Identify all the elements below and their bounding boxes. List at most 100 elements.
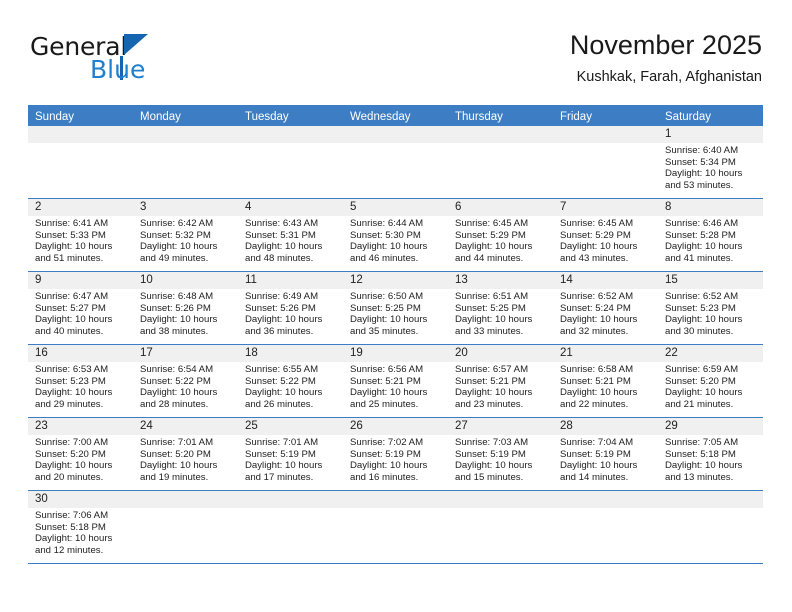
day-number: 23 [28,418,133,435]
sunset-text: Sunset: 5:22 PM [245,375,316,387]
day-cell[interactable]: 21 Sunrise: 6:58 AM Sunset: 5:21 PM Dayligh… [553,345,658,417]
sunset-text: Sunset: 5:20 PM [140,448,211,460]
day-cell[interactable]: 24 Sunrise: 7:01 AM Sunset: 5:20 PM Dayligh… [133,418,238,490]
day-number: 16 [28,345,133,362]
day-cell-empty [343,126,448,198]
day-number: 20 [448,345,553,362]
day-details: Sunrise: 6:44 AM Sunset: 5:30 PM Daylight:… [343,216,448,264]
sunrise-text: Sunrise: 7:03 AM [455,437,529,448]
day-number: 29 [658,418,763,435]
day-number: 25 [238,418,343,435]
title-block: November 2025 Kushkak, Farah, Afghanista… [570,28,762,88]
sunrise-text: Sunrise: 6:45 AM [560,218,634,229]
day-details: Sunrise: 7:06 AM Sunset: 5:18 PM Daylight:… [28,508,133,556]
daylight-text: Daylight: 10 hours and 16 minutes. [350,460,428,483]
day-cell[interactable]: 12 Sunrise: 6:50 AM Sunset: 5:25 PM Dayligh… [343,272,448,344]
day-cell[interactable]: 29 Sunrise: 7:05 AM Sunset: 5:18 PM Dayligh… [658,418,763,490]
day-number: 15 [658,272,763,289]
day-cell-empty [133,126,238,198]
day-cell-empty [448,126,553,198]
sunset-text: Sunset: 5:33 PM [35,229,106,241]
sunset-text: Sunset: 5:21 PM [560,375,631,387]
day-cell[interactable]: 17 Sunrise: 6:54 AM Sunset: 5:22 PM Dayligh… [133,345,238,417]
day-cell[interactable]: 15 Sunrise: 6:52 AM Sunset: 5:23 PM Dayligh… [658,272,763,344]
day-cell[interactable]: 8 Sunrise: 6:46 AM Sunset: 5:28 PM Daylight… [658,199,763,271]
sunset-text: Sunset: 5:19 PM [350,448,421,460]
week-row: 2 Sunrise: 6:41 AM Sunset: 5:33 PM Daylight… [28,198,763,271]
day-details: Sunrise: 6:47 AM Sunset: 5:27 PM Daylight:… [28,289,133,337]
day-number: 30 [28,491,133,508]
sunset-text: Sunset: 5:27 PM [35,302,106,314]
sunset-text: Sunset: 5:22 PM [140,375,211,387]
day-cell[interactable]: 5 Sunrise: 6:44 AM Sunset: 5:30 PM Daylight… [343,199,448,271]
day-cell[interactable]: 18 Sunrise: 6:55 AM Sunset: 5:22 PM Dayligh… [238,345,343,417]
day-cell[interactable]: 10 Sunrise: 6:48 AM Sunset: 5:26 PM Dayligh… [133,272,238,344]
day-cell[interactable]: 9 Sunrise: 6:47 AM Sunset: 5:27 PM Daylight… [28,272,133,344]
sunrise-text: Sunrise: 6:46 AM [665,218,739,229]
day-cell[interactable]: 26 Sunrise: 7:02 AM Sunset: 5:19 PM Dayligh… [343,418,448,490]
daylight-text: Daylight: 10 hours and 20 minutes. [35,460,113,483]
weekday-monday: Monday [140,111,181,123]
day-number: 18 [238,345,343,362]
day-number [553,126,658,143]
day-cell-empty [553,126,658,198]
day-cell[interactable]: 1 Sunrise: 6:40 AM Sunset: 5:34 PM Daylight… [658,126,763,198]
day-number [133,126,238,143]
day-cell[interactable]: 2 Sunrise: 6:41 AM Sunset: 5:33 PM Daylight… [28,199,133,271]
daylight-text: Daylight: 10 hours and 28 minutes. [140,387,218,410]
day-cell[interactable]: 13 Sunrise: 6:51 AM Sunset: 5:25 PM Dayligh… [448,272,553,344]
weekday-friday: Friday [560,111,592,123]
weekday-sunday: Sunday [35,111,75,123]
sunset-text: Sunset: 5:20 PM [665,375,736,387]
daylight-text: Daylight: 10 hours and 48 minutes. [245,241,323,264]
day-cell[interactable]: 25 Sunrise: 7:01 AM Sunset: 5:19 PM Dayligh… [238,418,343,490]
week-row: 1 Sunrise: 6:40 AM Sunset: 5:34 PM Daylight… [28,126,763,198]
daylight-text: Daylight: 10 hours and 38 minutes. [140,314,218,337]
sunrise-text: Sunrise: 6:59 AM [665,364,739,375]
daylight-text: Daylight: 10 hours and 23 minutes. [455,387,533,410]
day-number: 6 [448,199,553,216]
day-cell[interactable]: 30 Sunrise: 7:06 AM Sunset: 5:18 PM Dayligh… [28,491,133,563]
day-cell[interactable]: 6 Sunrise: 6:45 AM Sunset: 5:29 PM Daylight… [448,199,553,271]
day-cell-empty [343,491,448,563]
day-cell[interactable]: 14 Sunrise: 6:52 AM Sunset: 5:24 PM Dayligh… [553,272,658,344]
day-cell[interactable]: 20 Sunrise: 6:57 AM Sunset: 5:21 PM Dayligh… [448,345,553,417]
day-cell[interactable]: 19 Sunrise: 6:56 AM Sunset: 5:21 PM Dayligh… [343,345,448,417]
sunset-text: Sunset: 5:18 PM [35,521,106,533]
sunrise-text: Sunrise: 6:45 AM [455,218,529,229]
sunset-text: Sunset: 5:20 PM [35,448,106,460]
day-number: 28 [553,418,658,435]
day-cell[interactable]: 22 Sunrise: 6:59 AM Sunset: 5:20 PM Dayligh… [658,345,763,417]
day-cell[interactable]: 11 Sunrise: 6:49 AM Sunset: 5:26 PM Dayligh… [238,272,343,344]
day-number [238,126,343,143]
daylight-text: Daylight: 10 hours and 22 minutes. [560,387,638,410]
day-number: 2 [28,199,133,216]
day-cell[interactable]: 7 Sunrise: 6:45 AM Sunset: 5:29 PM Daylight… [553,199,658,271]
week-row: 30 Sunrise: 7:06 AM Sunset: 5:18 PM Dayligh… [28,490,763,563]
daylight-text: Daylight: 10 hours and 53 minutes. [665,168,743,191]
day-cell[interactable]: 27 Sunrise: 7:03 AM Sunset: 5:19 PM Dayligh… [448,418,553,490]
day-details: Sunrise: 6:51 AM Sunset: 5:25 PM Daylight:… [448,289,553,337]
day-details: Sunrise: 6:50 AM Sunset: 5:25 PM Daylight:… [343,289,448,337]
day-details: Sunrise: 7:05 AM Sunset: 5:18 PM Daylight:… [658,435,763,483]
day-cell[interactable]: 16 Sunrise: 6:53 AM Sunset: 5:23 PM Dayligh… [28,345,133,417]
day-cell[interactable]: 28 Sunrise: 7:04 AM Sunset: 5:19 PM Dayligh… [553,418,658,490]
daylight-text: Daylight: 10 hours and 41 minutes. [665,241,743,264]
day-cell-empty [658,491,763,563]
brand-logo[interactable]: General Blue [30,32,260,92]
sunset-text: Sunset: 5:19 PM [560,448,631,460]
location-subtitle: Kushkak, Farah, Afghanistan [576,69,762,85]
day-details: Sunrise: 6:55 AM Sunset: 5:22 PM Daylight:… [238,362,343,410]
day-number: 26 [343,418,448,435]
page-header: General Blue November 2025 Kushkak, Fara… [30,28,762,96]
sunset-text: Sunset: 5:23 PM [665,302,736,314]
day-cell[interactable]: 23 Sunrise: 7:00 AM Sunset: 5:20 PM Dayligh… [28,418,133,490]
day-cell[interactable]: 4 Sunrise: 6:43 AM Sunset: 5:31 PM Daylight… [238,199,343,271]
day-number: 19 [343,345,448,362]
weekday-tuesday: Tuesday [245,111,289,123]
sunrise-text: Sunrise: 7:02 AM [350,437,424,448]
day-cell[interactable]: 3 Sunrise: 6:42 AM Sunset: 5:32 PM Daylight… [133,199,238,271]
sunrise-text: Sunrise: 6:53 AM [35,364,109,375]
week-row: 9 Sunrise: 6:47 AM Sunset: 5:27 PM Daylight… [28,271,763,344]
daylight-text: Daylight: 10 hours and 15 minutes. [455,460,533,483]
